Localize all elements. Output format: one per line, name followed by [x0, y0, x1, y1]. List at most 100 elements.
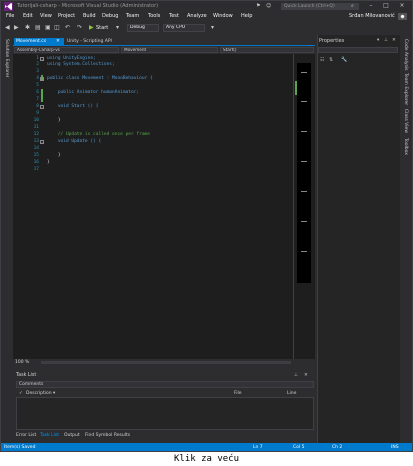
attach-dropdown-icon[interactable]: ▾ — [116, 24, 119, 32]
properties-panel — [317, 35, 400, 443]
menu-test[interactable]: Test — [169, 13, 179, 19]
code-line[interactable]: void Start () { — [47, 104, 99, 109]
zoom-level[interactable]: 100 % — [15, 360, 29, 365]
notification-flag-icon[interactable]: ⚑ — [256, 3, 260, 9]
sort-icon: ▾ — [53, 391, 56, 396]
tab-code-analysis[interactable]: Code Analysis — [403, 39, 408, 71]
vs-window: Tutorijali-csharp - Microsoft Visual Stu… — [0, 0, 413, 452]
code-minimap[interactable] — [297, 63, 311, 283]
task-filter-select[interactable]: Comments — [16, 381, 314, 388]
tab-find-symbol-results[interactable]: Find Symbol Results — [85, 432, 130, 440]
menu-debug[interactable]: Debug — [102, 13, 118, 19]
tab-unity-scripting-api[interactable]: Unity - Scripting API — [67, 38, 112, 45]
fold-toggle[interactable]: − — [40, 57, 44, 61]
pin-icon[interactable]: ⊥ — [294, 373, 298, 378]
menu-window[interactable]: Window — [213, 13, 233, 19]
code-line[interactable]: } — [47, 153, 61, 158]
member-dropdown[interactable]: Start() — [220, 47, 314, 53]
tab-output[interactable]: Output — [64, 432, 80, 440]
close-panel-icon[interactable]: ✕ — [304, 373, 308, 378]
minimap-change-marker — [295, 81, 297, 95]
image-caption[interactable]: Klik za veću — [0, 452, 413, 466]
menu-file[interactable]: File — [6, 13, 14, 19]
close-panel-icon[interactable]: ✕ — [392, 38, 396, 43]
code-line[interactable]: using UnityEngine; — [47, 56, 96, 61]
tab-team-explorer[interactable]: Team Explorer — [403, 73, 408, 105]
line-number: 17 — [33, 167, 39, 172]
menu-edit[interactable]: Edit — [23, 13, 33, 19]
toolbar-options-icon[interactable]: ▾ — [211, 24, 214, 32]
menu-analyze[interactable]: Analyze — [187, 13, 207, 19]
fold-toggle[interactable]: − — [40, 140, 44, 144]
line-number: 4 — [36, 76, 39, 81]
minimap-line — [301, 131, 307, 132]
line-number: 12 — [33, 132, 39, 137]
fold-toggle[interactable]: − — [40, 77, 44, 81]
redo-icon[interactable]: ↷ — [77, 24, 82, 32]
status-char: Ch 2 — [332, 445, 343, 450]
menu-view[interactable]: View — [40, 13, 52, 19]
menu-help[interactable]: Help — [241, 13, 252, 19]
close-button[interactable]: × — [395, 1, 409, 11]
menu-build[interactable]: Build — [83, 13, 96, 19]
avatar[interactable]: ☻ — [398, 13, 407, 20]
code-line[interactable]: } — [47, 160, 50, 165]
code-line[interactable]: } — [47, 118, 61, 123]
line-number: 2 — [36, 62, 39, 67]
code-editor[interactable] — [13, 54, 293, 359]
menu-team[interactable]: Team — [126, 13, 139, 19]
close-tab-icon[interactable]: ✕ — [56, 38, 60, 45]
start-button[interactable]: Start — [96, 25, 108, 31]
feedback-icon[interactable]: ☺ — [266, 3, 271, 9]
tab-class-view[interactable]: Class View — [403, 109, 408, 133]
code-line[interactable]: public Animator humanAnimator; — [47, 90, 139, 95]
save-icon[interactable]: ▣ — [45, 24, 51, 32]
back-icon[interactable]: ◀ — [5, 24, 10, 32]
categorized-icon[interactable]: ☷ — [320, 57, 324, 63]
undo-icon[interactable]: ↶ — [65, 24, 70, 32]
configuration-select[interactable]: Debug — [127, 24, 159, 32]
tab-task-list[interactable]: Task List — [40, 432, 59, 440]
user-name[interactable]: Srđan Milovanović — [349, 13, 395, 19]
new-project-icon[interactable]: ✱ — [25, 24, 30, 32]
code-line[interactable]: using System.Collections; — [47, 62, 115, 67]
column-file[interactable]: File — [234, 391, 242, 396]
tab-error-list[interactable]: Error List — [16, 432, 36, 440]
minimap-line — [301, 221, 307, 222]
column-description[interactable]: Description — [26, 391, 52, 396]
column-line[interactable]: Line — [287, 391, 296, 396]
line-number: 3 — [36, 69, 39, 74]
search-icon: ⌕ — [351, 3, 354, 9]
code-line[interactable]: // Update is called once per frame — [47, 132, 150, 137]
menu-project[interactable]: Project — [58, 13, 75, 19]
project-dropdown[interactable]: Assembly-CSharp-vs — [14, 47, 119, 53]
line-number: 9 — [36, 111, 39, 116]
property-pages-icon[interactable]: 🔧 — [341, 57, 347, 63]
class-dropdown[interactable]: Movement — [121, 47, 218, 53]
minimize-button[interactable]: – — [364, 1, 378, 11]
properties-object-select[interactable] — [318, 47, 398, 53]
line-number: 8 — [36, 104, 39, 109]
minimap-line — [301, 72, 307, 73]
column-checkbox[interactable]: ✓ — [19, 391, 23, 396]
pin-icon[interactable]: ⊥ — [384, 38, 388, 43]
horizontal-scrollbar[interactable] — [41, 361, 291, 364]
forward-icon[interactable]: ▶ — [14, 24, 19, 32]
dropdown-icon[interactable]: ▾ — [377, 38, 379, 43]
maximize-button[interactable]: □ — [379, 1, 393, 11]
alphabetical-icon[interactable]: ⇅ — [329, 57, 333, 63]
start-icon[interactable]: ▶ — [89, 24, 94, 32]
line-number: 15 — [33, 153, 39, 158]
code-line[interactable]: void Update () { — [47, 139, 101, 144]
menu-tools[interactable]: Tools — [148, 13, 160, 19]
tab-toolbox[interactable]: Toolbox — [403, 138, 408, 155]
save-all-icon[interactable]: ◫ — [54, 24, 60, 32]
change-indicator — [41, 89, 43, 102]
platform-select[interactable]: Any CPU — [163, 24, 205, 32]
line-number: 7 — [36, 97, 39, 102]
quick-launch-input[interactable]: Quick Launch (Ctrl+Q) — [281, 3, 359, 10]
fold-toggle[interactable]: − — [40, 105, 44, 109]
code-line[interactable]: public class Movement : MonoBehaviour { — [47, 76, 153, 81]
open-file-icon[interactable]: ▤ — [35, 24, 41, 32]
tab-solution-explorer[interactable]: Solution Explorer — [4, 39, 9, 78]
